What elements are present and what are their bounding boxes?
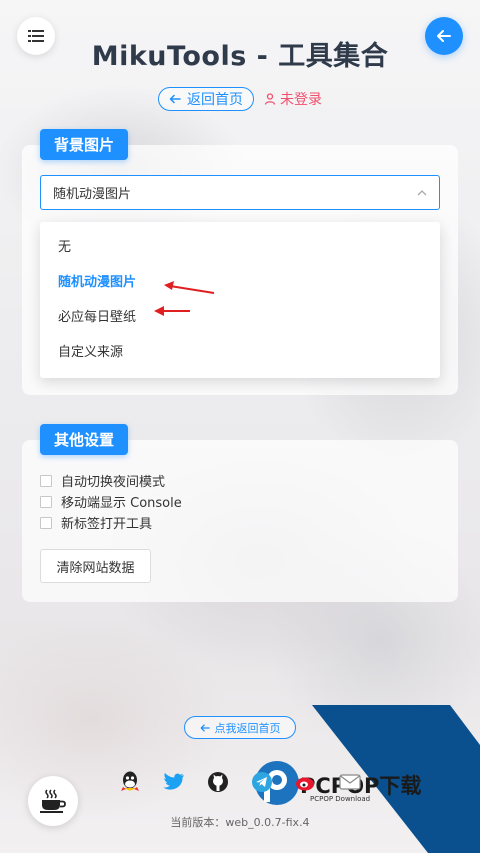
background-section-tag: 背景图片 <box>40 129 129 160</box>
checkbox[interactable] <box>40 495 52 508</box>
other-settings-card: 其他设置 自动切换夜间模式 移动端显示 Console 新标签打开工具 清除网站… <box>22 424 458 602</box>
checkbox[interactable] <box>40 474 52 487</box>
option-none[interactable]: 无 <box>40 228 440 263</box>
top-bar: MikuTools - 工具集合 返回首页 未登录 <box>0 0 480 130</box>
background-select[interactable]: 随机动漫图片 <box>40 175 440 210</box>
chevron-up-icon <box>417 189 427 195</box>
login-label: 未登录 <box>280 92 322 108</box>
qq-link[interactable] <box>114 766 146 798</box>
mail-icon <box>339 774 361 790</box>
weibo-link[interactable] <box>290 766 322 798</box>
background-select-dropdown: 无 随机动漫图片 必应每日壁纸 自定义来源 <box>40 222 440 378</box>
checkbox-auto-night[interactable]: 自动切换夜间模式 <box>40 471 165 490</box>
back-home-label: 返回首页 <box>187 92 243 108</box>
checkbox-label: 新标签打开工具 <box>61 517 153 532</box>
option-custom-source[interactable]: 自定义来源 <box>40 333 440 368</box>
footer-back-home-label: 点我返回首页 <box>214 721 281 735</box>
mail-link[interactable] <box>334 766 366 798</box>
github-icon <box>208 772 228 792</box>
checkbox-mobile-console[interactable]: 移动端显示 Console <box>40 492 182 511</box>
login-link[interactable]: 未登录 <box>264 89 322 109</box>
option-random-anime[interactable]: 随机动漫图片 <box>40 263 440 298</box>
qq-icon <box>121 771 139 791</box>
other-section-tag: 其他设置 <box>40 424 129 455</box>
back-home-button[interactable]: 返回首页 <box>158 87 254 111</box>
weibo-icon <box>296 777 314 791</box>
clear-site-data-button[interactable]: 清除网站数据 <box>40 549 151 583</box>
page-title: MikuTools - 工具集合 <box>91 41 389 72</box>
annotation-arrow <box>154 306 190 316</box>
twitter-link[interactable] <box>158 766 190 798</box>
arrow-left-icon <box>200 723 210 732</box>
footer-back-home-button[interactable]: 点我返回首页 <box>184 716 296 739</box>
checkbox-new-tab[interactable]: 新标签打开工具 <box>40 513 152 532</box>
telegram-link[interactable] <box>246 766 278 798</box>
background-select-value: 随机动漫图片 <box>53 187 132 202</box>
checkbox-label: 移动端显示 Console <box>61 496 182 511</box>
telegram-icon <box>252 772 272 792</box>
twitter-icon <box>163 773 184 790</box>
coffee-icon <box>40 789 66 813</box>
annotation-arrow <box>164 281 215 294</box>
user-icon <box>264 93 276 105</box>
back-button[interactable] <box>425 17 463 55</box>
checkbox-label: 自动切换夜间模式 <box>61 475 166 490</box>
github-link[interactable] <box>202 766 234 798</box>
arrow-left-icon <box>437 30 451 42</box>
arrow-left-icon <box>169 94 181 104</box>
checkbox[interactable] <box>40 516 52 529</box>
coffee-button[interactable] <box>28 776 78 826</box>
subnav: 返回首页 未登录 <box>0 87 480 111</box>
option-bing-daily[interactable]: 必应每日壁纸 <box>40 298 440 333</box>
